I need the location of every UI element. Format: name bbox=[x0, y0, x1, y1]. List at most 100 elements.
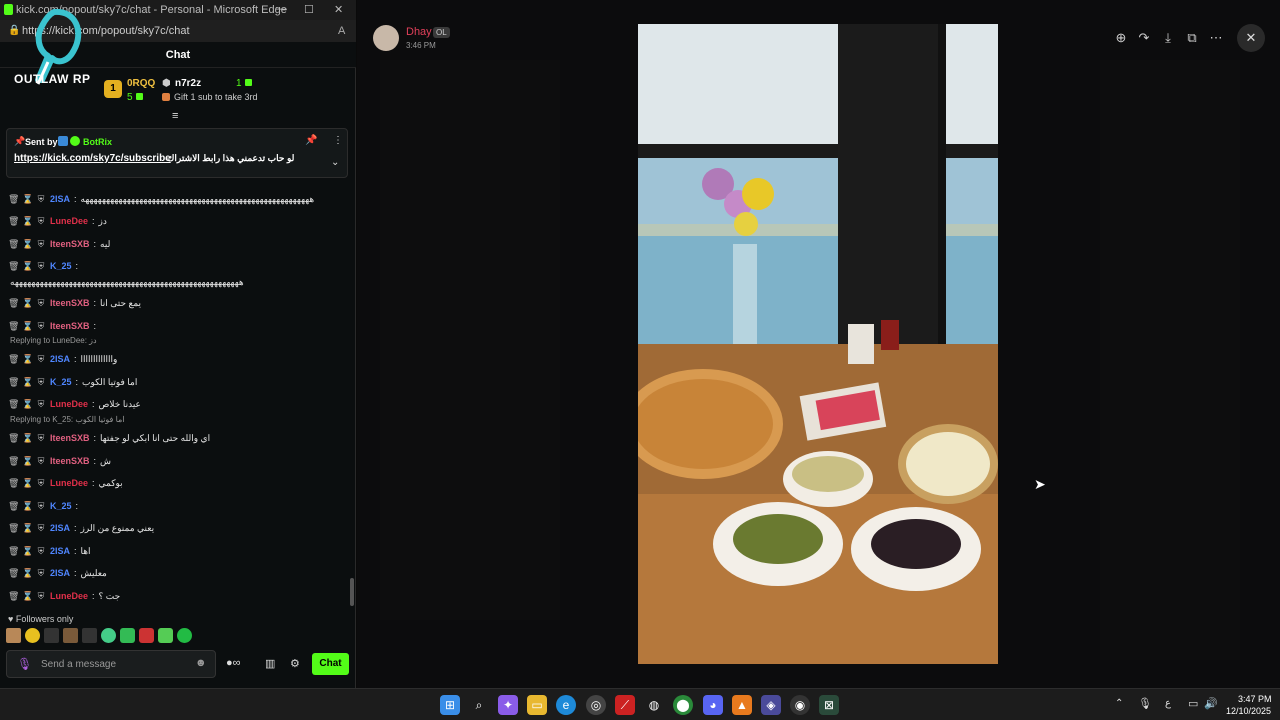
ban-icon[interactable]: ⛨ bbox=[36, 354, 46, 365]
open-in-browser-icon[interactable]: ⧉ bbox=[1184, 30, 1200, 46]
chat-message[interactable]: 🗑 ⌛ ⛨ LuneDee: عيدنا خلاص bbox=[8, 395, 348, 413]
timeout-icon[interactable]: ⌛ bbox=[22, 523, 33, 534]
app-icon[interactable]: ▲ bbox=[732, 695, 752, 715]
message-username[interactable]: LuneDee bbox=[50, 591, 88, 601]
emote-icon[interactable] bbox=[101, 628, 116, 643]
message-placeholder[interactable]: Send a message bbox=[41, 659, 116, 670]
network-icon[interactable]: ▭ bbox=[1188, 697, 1198, 710]
clock-time[interactable]: 3:47 PM bbox=[1238, 694, 1272, 704]
delete-icon[interactable]: 🗑 bbox=[8, 501, 19, 512]
close-viewer-button[interactable]: ✕ bbox=[1237, 24, 1265, 52]
chat-message[interactable]: 🗑 ⌛ ⛨ 2ISA: يعني ممنوع من الرز bbox=[8, 519, 348, 537]
pinned-sender[interactable]: BotRix bbox=[83, 137, 112, 147]
timeout-icon[interactable]: ⌛ bbox=[22, 194, 33, 205]
leader-1-name[interactable]: 0RQQ bbox=[127, 78, 155, 89]
chat-message[interactable]: 🗑 ⌛ ⛨ LuneDee: دز bbox=[8, 212, 348, 230]
zoom-in-icon[interactable]: ⊕ bbox=[1113, 30, 1129, 46]
emote-icon[interactable] bbox=[63, 628, 78, 643]
delete-icon[interactable]: 🗑 bbox=[8, 399, 19, 410]
delete-icon[interactable]: 🗑 bbox=[8, 456, 19, 467]
chat-message[interactable]: 🗑 ⌛ ⛨ 2ISA: معليش bbox=[8, 564, 348, 582]
minimize-icon[interactable]: — bbox=[276, 3, 287, 15]
store-icon[interactable]: ▥ bbox=[265, 657, 275, 670]
maximize-icon[interactable]: ☐ bbox=[304, 3, 314, 16]
timeout-icon[interactable]: ⌛ bbox=[22, 501, 33, 512]
message-username[interactable]: 2ISA bbox=[50, 194, 70, 204]
delete-icon[interactable]: 🗑 bbox=[8, 377, 19, 388]
timeout-icon[interactable]: ⌛ bbox=[22, 478, 33, 489]
forward-icon[interactable]: ↷ bbox=[1136, 30, 1152, 46]
chat-message[interactable]: 🗑 ⌛ ⛨ IteenSXB: bbox=[8, 317, 348, 335]
delete-icon[interactable]: 🗑 bbox=[8, 194, 19, 205]
close-icon[interactable]: ✕ bbox=[334, 3, 343, 16]
timeout-icon[interactable]: ⌛ bbox=[22, 591, 33, 602]
timeout-icon[interactable]: ⌛ bbox=[22, 354, 33, 365]
subscribe-link[interactable]: https://kick.com/sky7c/subscribe bbox=[14, 153, 171, 164]
message-username[interactable]: LuneDee bbox=[50, 216, 88, 226]
app-icon[interactable]: ◈ bbox=[761, 695, 781, 715]
message-input[interactable]: 🎙 Send a message ☻ bbox=[6, 650, 216, 678]
delete-icon[interactable]: 🗑 bbox=[8, 354, 19, 365]
message-username[interactable]: 2ISA bbox=[50, 354, 70, 364]
message-username[interactable]: K_25 bbox=[50, 261, 72, 271]
ban-icon[interactable]: ⛨ bbox=[36, 216, 46, 227]
delete-icon[interactable]: 🗑 bbox=[8, 261, 19, 272]
ban-icon[interactable]: ⛨ bbox=[36, 478, 46, 489]
leader-2-name[interactable]: n7r2z bbox=[175, 78, 201, 89]
download-icon[interactable]: ⤓ bbox=[1160, 30, 1176, 46]
message-username[interactable]: IteenSXB bbox=[50, 298, 90, 308]
timeout-icon[interactable]: ⌛ bbox=[22, 568, 33, 579]
timeout-icon[interactable]: ⌛ bbox=[22, 399, 33, 410]
app-icon[interactable]: ◉ bbox=[790, 695, 810, 715]
expand-leaderboard-icon[interactable]: ≡ bbox=[172, 110, 178, 122]
message-username[interactable]: K_25 bbox=[50, 377, 72, 387]
chat-message[interactable]: 🗑 ⌛ ⛨ 2ISA: وااااااااااااا bbox=[8, 350, 348, 368]
timeout-icon[interactable]: ⌛ bbox=[22, 298, 33, 309]
copilot-icon[interactable]: ✦ bbox=[498, 695, 518, 715]
more-options-icon[interactable]: ⋯ bbox=[1208, 30, 1224, 46]
message-username[interactable]: 2ISA bbox=[50, 546, 70, 556]
emote-icon[interactable] bbox=[44, 628, 59, 643]
edge-browser-icon[interactable]: e bbox=[556, 695, 576, 715]
discord-icon[interactable]: ◕ bbox=[703, 695, 723, 715]
ban-icon[interactable]: ⛨ bbox=[36, 591, 46, 602]
chat-message[interactable]: هههههههههههههههههههههههههههههههههههههههه… bbox=[10, 273, 350, 291]
message-username[interactable]: IteenSXB bbox=[50, 239, 90, 249]
emote-icon[interactable] bbox=[177, 628, 192, 643]
chevron-up-icon[interactable]: ⌃ bbox=[1115, 698, 1123, 709]
input-language[interactable]: ع bbox=[1165, 698, 1171, 709]
emote-icon[interactable] bbox=[139, 628, 154, 643]
timeout-icon[interactable]: ⌛ bbox=[22, 433, 33, 444]
delete-icon[interactable]: 🗑 bbox=[8, 546, 19, 557]
chat-message[interactable]: 🗑 ⌛ ⛨ 2ISA: اها bbox=[8, 542, 348, 560]
delete-icon[interactable]: 🗑 bbox=[8, 433, 19, 444]
delete-icon[interactable]: 🗑 bbox=[8, 568, 19, 579]
chat-message[interactable]: 🗑 ⌛ ⛨ K_25: bbox=[8, 497, 348, 515]
clock-date[interactable]: 12/10/2025 bbox=[1226, 706, 1271, 716]
shared-photo[interactable] bbox=[638, 24, 998, 664]
chat-message[interactable]: 🗑 ⌛ ⛨ IteenSXB: ليه bbox=[8, 235, 348, 253]
chat-message[interactable]: 🗑 ⌛ ⛨ IteenSXB: اي والله حتى انا ابكي لو جفت… bbox=[8, 429, 348, 447]
delete-icon[interactable]: 🗑 bbox=[8, 216, 19, 227]
delete-icon[interactable]: 🗑 bbox=[8, 523, 19, 534]
ban-icon[interactable]: ⛨ bbox=[36, 433, 46, 444]
ban-icon[interactable]: ⛨ bbox=[36, 298, 46, 309]
emote-icon[interactable] bbox=[158, 628, 173, 643]
search-icon[interactable]: ⌕ bbox=[469, 695, 489, 715]
emote-icon[interactable] bbox=[25, 628, 40, 643]
ban-icon[interactable]: ⛨ bbox=[36, 456, 46, 467]
timeout-icon[interactable]: ⌛ bbox=[22, 216, 33, 227]
chat-message[interactable]: 🗑 ⌛ ⛨ IteenSXB: يمع حتى انا bbox=[8, 294, 348, 312]
message-username[interactable]: 2ISA bbox=[50, 523, 70, 533]
message-username[interactable]: IteenSXB bbox=[50, 321, 90, 331]
ban-icon[interactable]: ⛨ bbox=[36, 194, 46, 205]
timeout-icon[interactable]: ⌛ bbox=[22, 456, 33, 467]
settings-icon[interactable]: ⚙ bbox=[290, 657, 300, 670]
ban-icon[interactable]: ⛨ bbox=[36, 261, 46, 272]
message-username[interactable]: 2ISA bbox=[50, 568, 70, 578]
emote-icon[interactable] bbox=[120, 628, 135, 643]
community-icon[interactable]: ●∞ bbox=[226, 657, 241, 669]
delete-icon[interactable]: 🗑 bbox=[8, 298, 19, 309]
ban-icon[interactable]: ⛨ bbox=[36, 377, 46, 388]
app-icon[interactable]: ⬤ bbox=[673, 695, 693, 715]
